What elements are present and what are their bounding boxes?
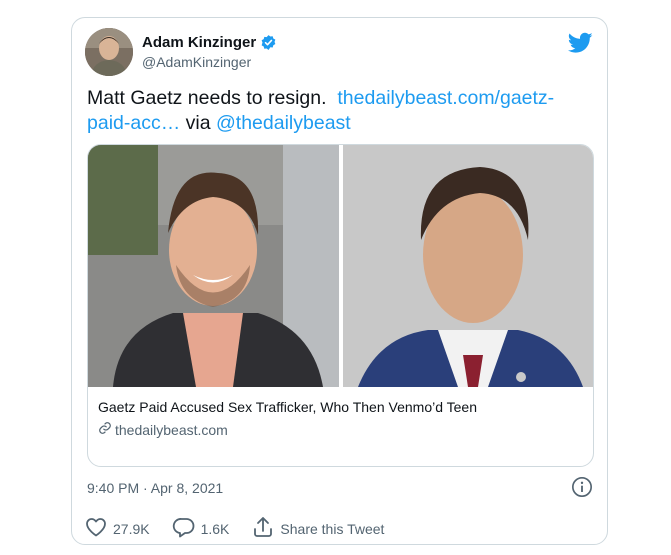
reply-icon xyxy=(172,515,196,542)
share-button[interactable]: Share this Tweet xyxy=(251,515,384,542)
verified-badge-icon xyxy=(260,34,277,51)
timestamp[interactable]: 9:40 PM · Apr 8, 2021 xyxy=(87,480,223,496)
link-icon xyxy=(98,421,112,438)
card-domain: thedailybeast.com xyxy=(115,421,228,438)
reply-count: 1.6K xyxy=(200,520,230,537)
info-icon[interactable] xyxy=(571,476,593,498)
mention-link[interactable]: @thedailybeast xyxy=(216,112,351,134)
like-button[interactable]: 27.9K xyxy=(84,515,150,542)
heart-icon xyxy=(84,515,108,542)
author-handle[interactable]: @AdamKinzinger xyxy=(142,54,251,70)
action-bar: 27.9K 1.6K Share this Tweet xyxy=(84,515,406,542)
share-icon xyxy=(251,515,275,542)
via-text: via xyxy=(185,112,211,134)
author-name[interactable]: Adam Kinzinger xyxy=(142,34,256,51)
avatar[interactable] xyxy=(85,28,133,76)
like-count: 27.9K xyxy=(113,520,150,537)
link-card[interactable]: Gaetz Paid Accused Sex Trafficker, Who T… xyxy=(87,144,594,467)
author-name-row[interactable]: Adam Kinzinger xyxy=(142,34,277,51)
card-domain-row[interactable]: thedailybeast.com xyxy=(98,421,228,438)
tweet-card[interactable]: Adam Kinzinger @AdamKinzinger Matt Gaetz… xyxy=(71,17,608,545)
card-image[interactable] xyxy=(88,145,594,387)
tweet-text: Matt Gaetz needs to resign. thedailybeas… xyxy=(87,86,592,136)
reply-button[interactable]: 1.6K xyxy=(172,515,230,542)
twitter-bird-icon[interactable] xyxy=(567,32,593,54)
tweet-text-prefix: Matt Gaetz needs to resign. xyxy=(87,87,327,109)
card-title[interactable]: Gaetz Paid Accused Sex Trafficker, Who T… xyxy=(98,399,477,415)
share-label: Share this Tweet xyxy=(280,520,385,537)
